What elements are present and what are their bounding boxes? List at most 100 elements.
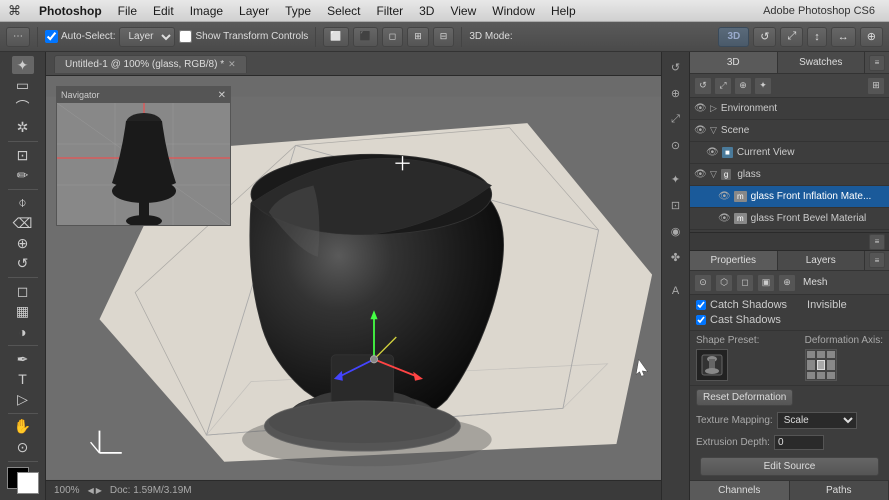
layer-scene[interactable]: 👁 ▽ Scene xyxy=(690,120,889,142)
strip-btn-9[interactable]: A xyxy=(665,280,687,302)
props-tab-layers[interactable]: Layers xyxy=(778,251,866,270)
tool-magic-wand[interactable]: ✲ xyxy=(12,119,34,137)
menu-window[interactable]: Window xyxy=(484,0,543,21)
tool-text[interactable]: T xyxy=(12,370,34,388)
eye-icon-gfi[interactable]: 👁 xyxy=(718,191,730,203)
strip-btn-8[interactable]: ✤ xyxy=(665,246,687,268)
tab-close-button[interactable]: ✕ xyxy=(228,59,236,70)
transform-btn-5[interactable]: ⊟ xyxy=(433,27,455,47)
props-icon-1[interactable]: ⊙ xyxy=(694,274,712,292)
3d-tool-4[interactable]: ✦ xyxy=(754,77,772,95)
3d-icon-4[interactable]: ↔ xyxy=(831,27,856,47)
tool-zoom[interactable]: ⊙ xyxy=(12,438,34,456)
deform-dot-3[interactable] xyxy=(827,351,835,358)
tool-crop[interactable]: ⊡ xyxy=(12,146,34,164)
tool-move[interactable]: ✦ xyxy=(12,56,34,74)
eye-icon-gfb[interactable]: 👁 xyxy=(718,213,730,225)
3d-tool-2[interactable]: ⤢ xyxy=(714,77,732,95)
props-icon-5[interactable]: ⊕ xyxy=(778,274,796,292)
tool-hand[interactable]: ✋ xyxy=(12,418,34,436)
catch-shadows-check[interactable] xyxy=(696,300,706,310)
deform-dot-7[interactable] xyxy=(807,372,815,379)
tool-pen[interactable]: ✒ xyxy=(12,350,34,368)
tool-lasso[interactable]: ⌒ xyxy=(12,97,34,117)
panel-icon-1[interactable]: ≡ xyxy=(869,234,885,250)
eye-icon-glass[interactable]: 👁 xyxy=(694,169,706,181)
cast-shadows-check[interactable] xyxy=(696,315,706,325)
menu-edit[interactable]: Edit xyxy=(145,0,182,21)
strip-btn-4[interactable]: ⊙ xyxy=(665,134,687,156)
3d-icon-1[interactable]: ↺ xyxy=(753,27,776,47)
menu-filter[interactable]: Filter xyxy=(368,0,411,21)
strip-btn-5[interactable]: ✦ xyxy=(665,168,687,190)
menu-image[interactable]: Image xyxy=(182,0,231,21)
3d-tool-3[interactable]: ⊕ xyxy=(734,77,752,95)
tool-eraser[interactable]: ◻ xyxy=(12,282,34,300)
strip-btn-1[interactable]: ↺ xyxy=(665,56,687,78)
layer-glass-front-inflation[interactable]: 👁 m glass Front Inflation Mate... xyxy=(690,186,889,208)
menu-file[interactable]: File xyxy=(110,0,145,21)
tab-swatches[interactable]: Swatches xyxy=(778,52,866,73)
tool-eyedropper[interactable]: ✏ xyxy=(12,166,34,184)
status-nav-left[interactable]: ◀ xyxy=(88,486,94,495)
status-nav-right[interactable]: ▶ xyxy=(96,486,102,495)
props-icon-2[interactable]: ⬡ xyxy=(715,274,733,292)
canvas-wrapper[interactable]: Navigator ✕ xyxy=(46,76,661,500)
strip-btn-7[interactable]: ◉ xyxy=(665,220,687,242)
menu-type[interactable]: Type xyxy=(277,0,319,21)
tab-paths[interactable]: Paths xyxy=(790,481,889,500)
strip-btn-2[interactable]: ⊕ xyxy=(665,82,687,104)
thumbnail-close[interactable]: ✕ xyxy=(218,90,226,101)
transform-btn-1[interactable]: ⬜ xyxy=(323,27,348,47)
layer-glass-front-bevel[interactable]: 👁 m glass Front Bevel Material xyxy=(690,208,889,230)
strip-btn-6[interactable]: ⊡ xyxy=(665,194,687,216)
deform-dot-6[interactable] xyxy=(827,360,835,369)
transform-btn-4[interactable]: ⊞ xyxy=(407,27,429,47)
layer-environment[interactable]: 👁 ▷ Environment xyxy=(690,98,889,120)
tool-clone[interactable]: ⊕ xyxy=(12,234,34,252)
strip-btn-3[interactable]: ⤢ xyxy=(665,108,687,130)
deform-dot-5[interactable] xyxy=(817,360,825,369)
layer-current-view[interactable]: 👁 ■ Current View xyxy=(690,142,889,164)
tool-spot-heal[interactable]: ⌽ xyxy=(12,194,34,212)
menu-select[interactable]: Select xyxy=(319,0,368,21)
props-icon-3[interactable]: ◻ xyxy=(736,274,754,292)
3d-icon-2[interactable]: ⤢ xyxy=(780,27,803,47)
3d-icon-5[interactable]: ⊕ xyxy=(860,27,883,47)
tool-dodge[interactable]: ◑ xyxy=(12,323,34,341)
eye-icon[interactable]: 👁 xyxy=(694,103,706,115)
tool-shape[interactable]: ▷ xyxy=(12,391,34,409)
shape-preview[interactable] xyxy=(696,349,728,381)
props-menu-btn[interactable]: ≡ xyxy=(869,252,885,268)
layer-select[interactable]: Layer xyxy=(119,27,175,47)
menu-layer[interactable]: Layer xyxy=(231,0,277,21)
deform-dot-2[interactable] xyxy=(817,351,825,358)
props-icon-4[interactable]: ▣ xyxy=(757,274,775,292)
canvas-tab[interactable]: Untitled-1 @ 100% (glass, RGB/8) * ✕ xyxy=(54,55,247,73)
tool-brush[interactable]: ⌫ xyxy=(12,214,34,232)
deform-dot-1[interactable] xyxy=(807,351,815,358)
panel-menu-btn[interactable]: ≡ xyxy=(869,55,885,71)
options-button[interactable]: ⋯ xyxy=(6,27,30,47)
tab-channels[interactable]: Channels xyxy=(690,481,790,500)
3d-mode-button[interactable]: 3D xyxy=(718,27,749,47)
menu-view[interactable]: View xyxy=(442,0,484,21)
tool-select-rect[interactable]: ▭ xyxy=(12,76,34,94)
layer-glass-obj[interactable]: 👁 ▽ g glass xyxy=(690,164,889,186)
tab-3d[interactable]: 3D xyxy=(690,52,778,73)
extrusion-depth-input[interactable] xyxy=(774,435,824,450)
eye-icon-cv[interactable]: 👁 xyxy=(706,147,718,159)
transform-btn-2[interactable]: ⬛ xyxy=(353,27,378,47)
3d-panel-settings[interactable]: ⊞ xyxy=(867,77,885,95)
auto-select-check[interactable] xyxy=(45,30,58,43)
props-tab-properties[interactable]: Properties xyxy=(690,251,778,270)
background-color[interactable] xyxy=(17,472,39,494)
reset-deformation-button[interactable]: Reset Deformation xyxy=(696,389,793,406)
menu-3d[interactable]: 3D xyxy=(411,0,442,21)
tool-history[interactable]: ↺ xyxy=(12,255,34,273)
3d-tool-1[interactable]: ↺ xyxy=(694,77,712,95)
texture-mapping-select[interactable]: Scale xyxy=(777,412,857,429)
transform-btn-3[interactable]: ◻ xyxy=(382,27,403,47)
tool-gradient[interactable]: ▦ xyxy=(12,302,34,320)
3d-icon-3[interactable]: ↕ xyxy=(807,27,827,47)
